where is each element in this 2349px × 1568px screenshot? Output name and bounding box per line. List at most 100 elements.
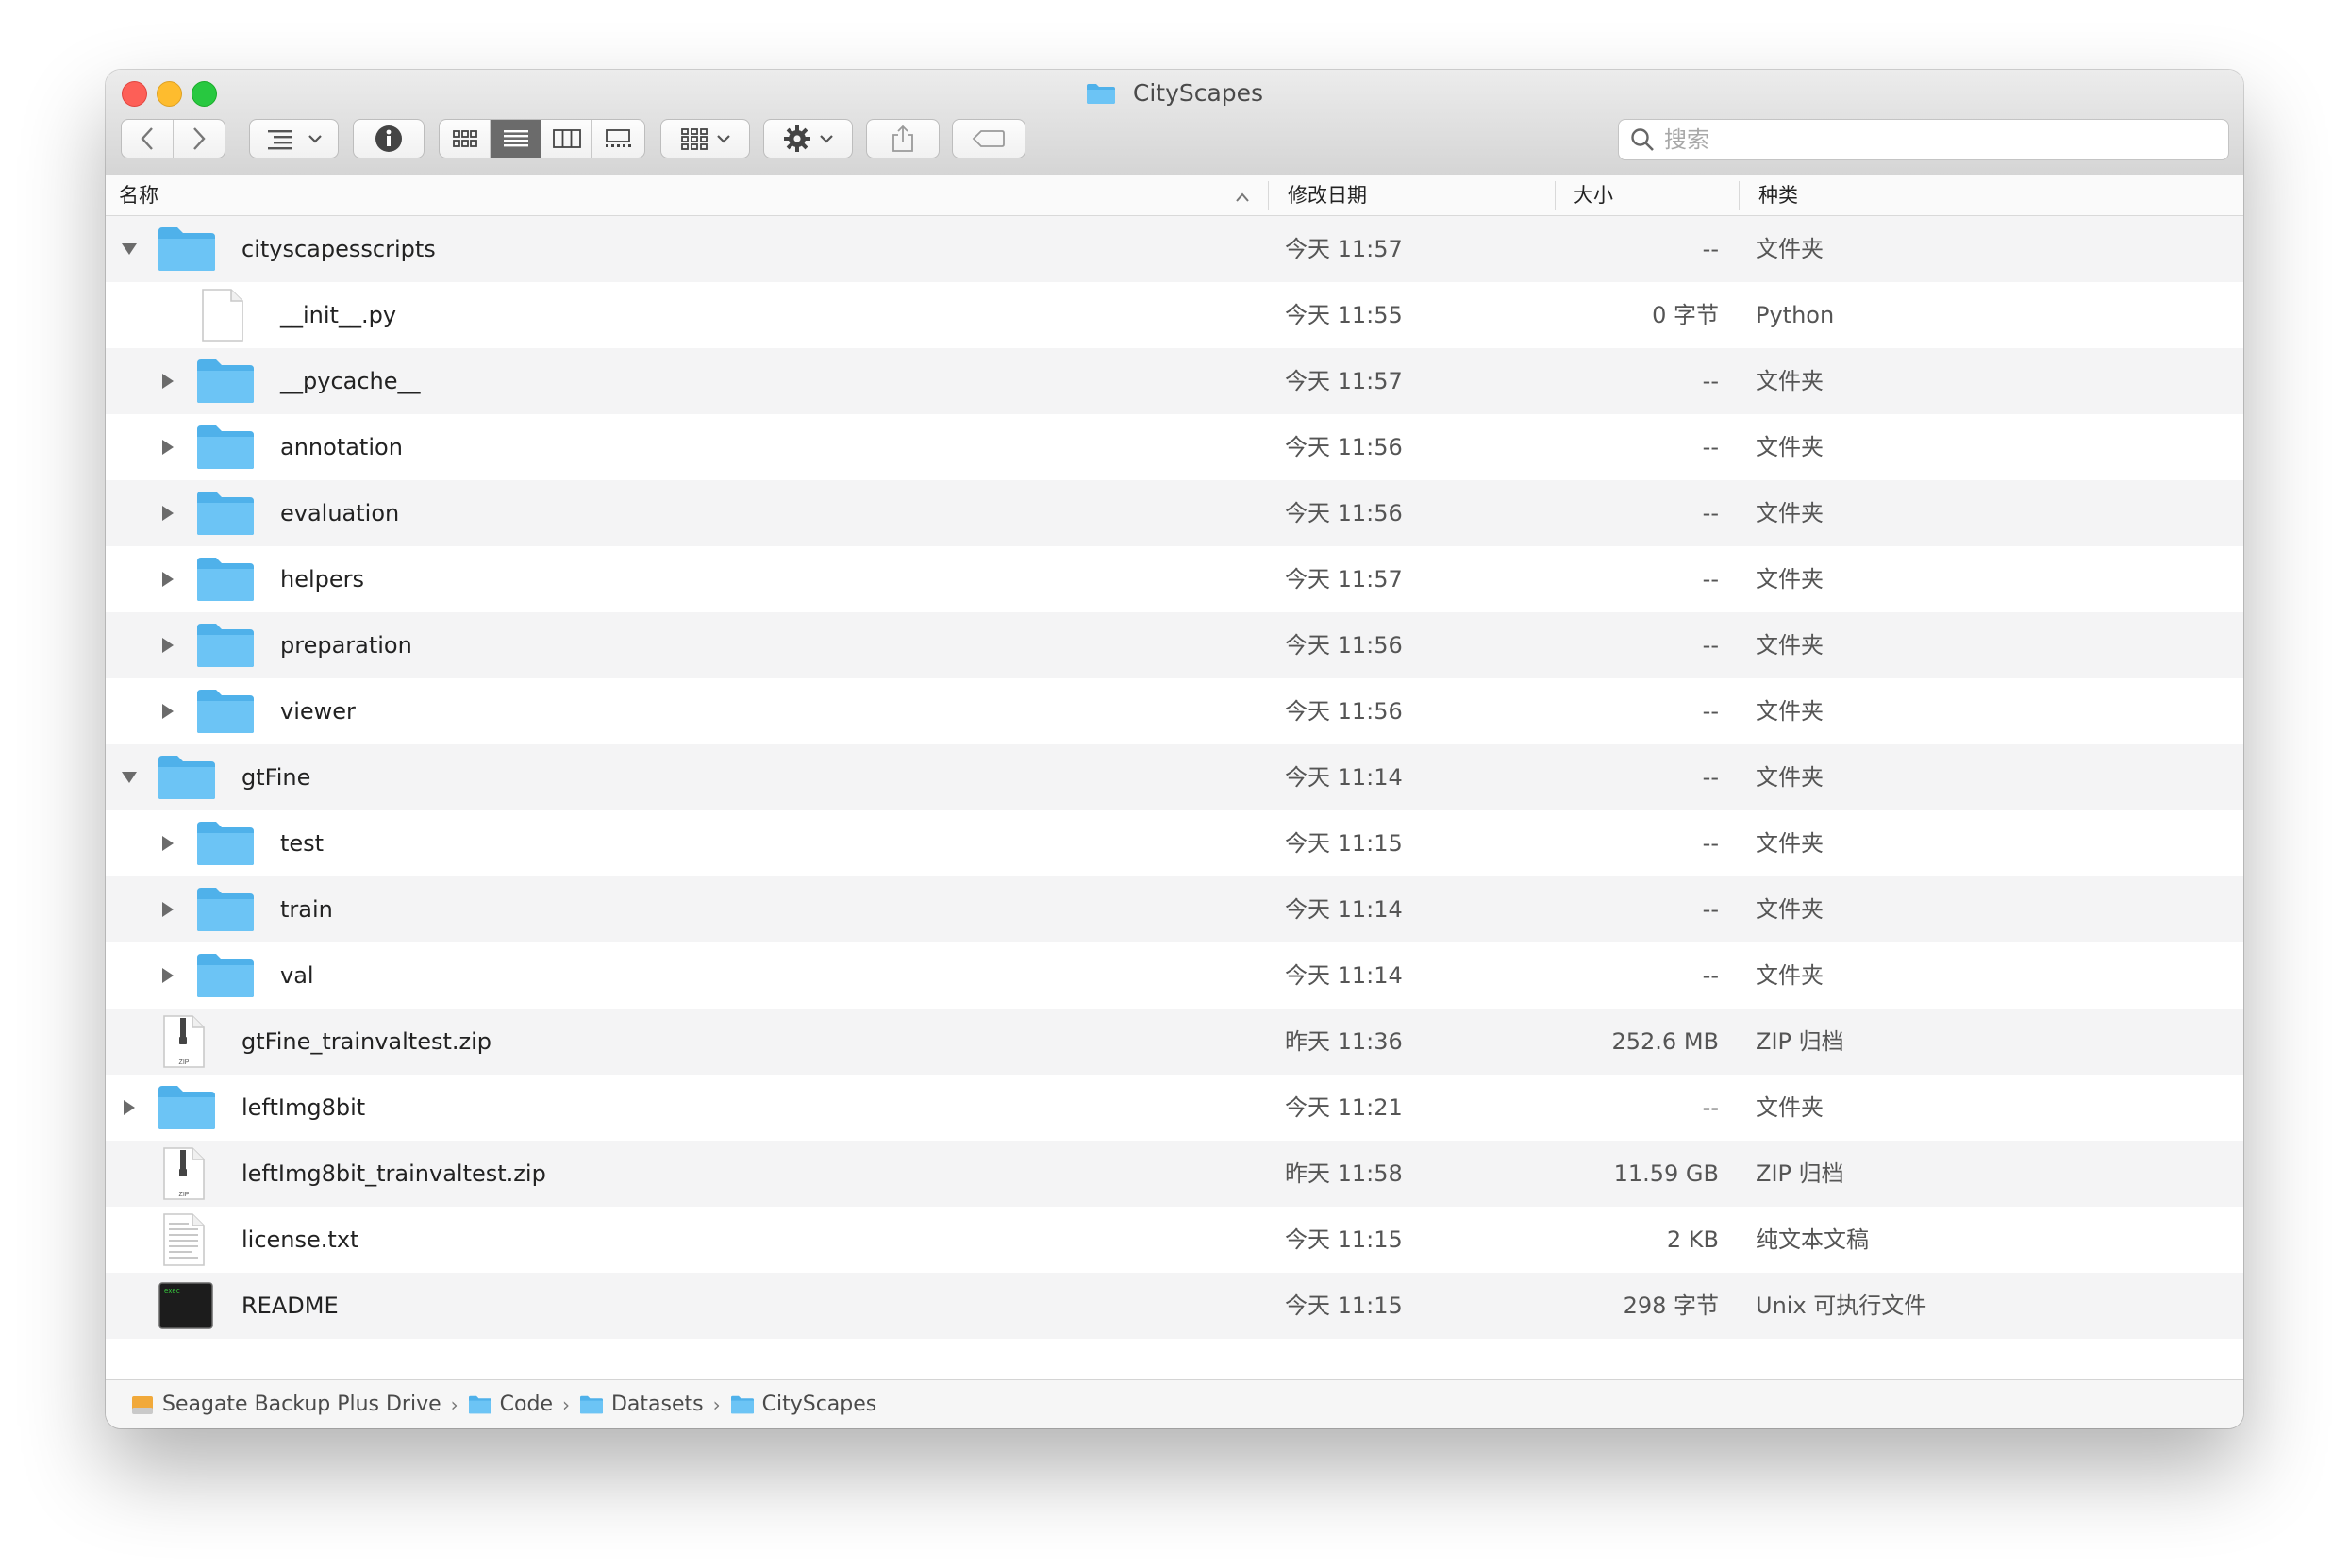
table-row[interactable]: cityscapesscripts 今天 11:57 -- 文件夹	[106, 216, 2243, 282]
disclosure-collapsed-icon[interactable]	[156, 678, 180, 744]
navigation-buttons	[121, 119, 225, 158]
disclosure-collapsed-icon[interactable]	[156, 546, 180, 612]
date-column-header[interactable]: 修改日期	[1288, 175, 1367, 216]
file-size: 2 KB	[1666, 1226, 1719, 1253]
folder-icon	[157, 225, 217, 278]
path-crumb[interactable]: CityScapes	[730, 1393, 877, 1416]
disclosure-collapsed-icon[interactable]	[156, 480, 180, 546]
table-row[interactable]: annotation 今天 11:56 -- 文件夹	[106, 414, 2243, 480]
gallery-view-button[interactable]	[592, 120, 643, 158]
table-row[interactable]: val 今天 11:14 -- 文件夹	[106, 942, 2243, 1009]
table-row[interactable]: preparation 今天 11:56 -- 文件夹	[106, 612, 2243, 678]
file-kind: ZIP 归档	[1756, 1028, 1844, 1055]
name-column-header[interactable]: 名称	[119, 175, 158, 216]
disclosure-collapsed-icon[interactable]	[156, 876, 180, 942]
column-divider	[1957, 181, 1958, 210]
forward-button[interactable]	[174, 120, 225, 158]
action-menu-button[interactable]	[763, 119, 853, 158]
disclosure-collapsed-icon[interactable]	[156, 414, 180, 480]
disclosure-collapsed-icon[interactable]	[156, 942, 180, 1009]
tag-icon	[972, 130, 1005, 147]
disclosure-collapsed-icon[interactable]	[117, 1075, 142, 1141]
path-crumb[interactable]: Datasets	[579, 1393, 704, 1416]
table-row[interactable]: gtFine 今天 11:14 -- 文件夹	[106, 744, 2243, 810]
path-crumb-label: Code	[499, 1393, 553, 1416]
file-kind: 文件夹	[1756, 236, 1824, 262]
table-row[interactable]: __pycache__ 今天 11:57 -- 文件夹	[106, 348, 2243, 414]
folder-icon	[1086, 82, 1116, 111]
path-crumb-label: CityScapes	[761, 1393, 877, 1416]
group-by-button[interactable]	[249, 119, 339, 158]
table-row[interactable]: test 今天 11:15 -- 文件夹	[106, 810, 2243, 876]
modified-date: 今天 11:15	[1285, 830, 1403, 857]
icon-view-button[interactable]	[440, 120, 491, 158]
disclosure-collapsed-icon[interactable]	[156, 612, 180, 678]
file-size: --	[1702, 830, 1719, 857]
table-row[interactable]: license.txt 今天 11:15 2 KB 纯文本文稿	[106, 1207, 2243, 1273]
folder-icon	[579, 1395, 604, 1414]
folder-icon	[195, 622, 256, 675]
arrange-button[interactable]	[660, 119, 750, 158]
table-row[interactable]: train 今天 11:14 -- 文件夹	[106, 876, 2243, 942]
gear-icon	[783, 125, 810, 152]
file-size: --	[1702, 368, 1719, 394]
search-field[interactable]	[1618, 119, 2229, 160]
path-bar: Seagate Backup Plus Drive › Code › Dataset…	[106, 1379, 2243, 1428]
grid-icon	[680, 128, 708, 150]
chevron-left-icon	[141, 127, 153, 150]
folder-icon	[195, 358, 256, 410]
path-crumb[interactable]: Code	[468, 1393, 553, 1416]
table-row[interactable]: ZIP leftImg8bit_trainvaltest.zip 昨天 11:58 1…	[106, 1141, 2243, 1207]
share-button[interactable]	[866, 119, 940, 158]
get-info-button[interactable]	[353, 119, 425, 158]
search-icon	[1631, 128, 1654, 151]
size-column-header[interactable]: 大小	[1574, 175, 1613, 216]
table-row[interactable]: leftImg8bit 今天 11:21 -- 文件夹	[106, 1075, 2243, 1141]
edit-tags-button[interactable]	[952, 119, 1025, 158]
disclosure-collapsed-icon[interactable]	[156, 810, 180, 876]
file-name: train	[280, 896, 333, 923]
chevron-down-icon	[819, 135, 833, 143]
table-row[interactable]: viewer 今天 11:56 -- 文件夹	[106, 678, 2243, 744]
file-name: __init__.py	[280, 302, 397, 328]
table-row[interactable]: evaluation 今天 11:56 -- 文件夹	[106, 480, 2243, 546]
file-name: gtFine_trainvaltest.zip	[242, 1028, 492, 1055]
search-input[interactable]	[1662, 125, 2194, 154]
table-row[interactable]: helpers 今天 11:57 -- 文件夹	[106, 546, 2243, 612]
file-size: --	[1702, 632, 1719, 659]
modified-date: 昨天 11:36	[1285, 1028, 1403, 1055]
column-divider	[1739, 181, 1740, 210]
file-name: annotation	[280, 434, 403, 460]
file-name: cityscapesscripts	[242, 236, 436, 262]
disclosure-expanded-icon[interactable]	[117, 744, 142, 810]
back-button[interactable]	[122, 120, 174, 158]
info-icon	[375, 125, 402, 152]
disclosure-collapsed-icon[interactable]	[156, 348, 180, 414]
chevron-right-icon	[192, 127, 206, 150]
folder-icon	[195, 556, 256, 609]
column-divider	[1555, 181, 1556, 210]
file-kind: 文件夹	[1756, 698, 1824, 725]
list-indent-icon	[267, 130, 292, 150]
column-header: 名称 修改日期 大小 种类	[106, 175, 2243, 216]
columns-icon	[552, 129, 581, 148]
file-kind: 文件夹	[1756, 500, 1824, 526]
disclosure-expanded-icon[interactable]	[117, 216, 142, 282]
view-mode-control	[439, 119, 645, 158]
file-name: gtFine	[242, 764, 311, 791]
file-size: --	[1702, 698, 1719, 725]
path-crumb-label: Datasets	[610, 1393, 704, 1416]
kind-column-header[interactable]: 种类	[1758, 175, 1798, 216]
file-name: license.txt	[242, 1226, 359, 1253]
column-view-button[interactable]	[541, 120, 592, 158]
file-name: test	[280, 830, 325, 857]
modified-date: 今天 11:56	[1285, 434, 1403, 460]
table-row[interactable]: ZIP gtFine_trainvaltest.zip 昨天 11:36 252.6 …	[106, 1009, 2243, 1075]
file-kind: Python	[1756, 302, 1835, 328]
list-view-button[interactable]	[491, 120, 541, 158]
table-row[interactable]: __init__.py 今天 11:55 0 字节 Python	[106, 282, 2243, 348]
modified-date: 今天 11:57	[1285, 236, 1403, 262]
table-row[interactable]: exec README 今天 11:15 298 字节 Unix 可执行文件	[106, 1273, 2243, 1339]
path-crumb[interactable]: Seagate Backup Plus Drive	[130, 1393, 441, 1416]
file-size: --	[1702, 566, 1719, 592]
